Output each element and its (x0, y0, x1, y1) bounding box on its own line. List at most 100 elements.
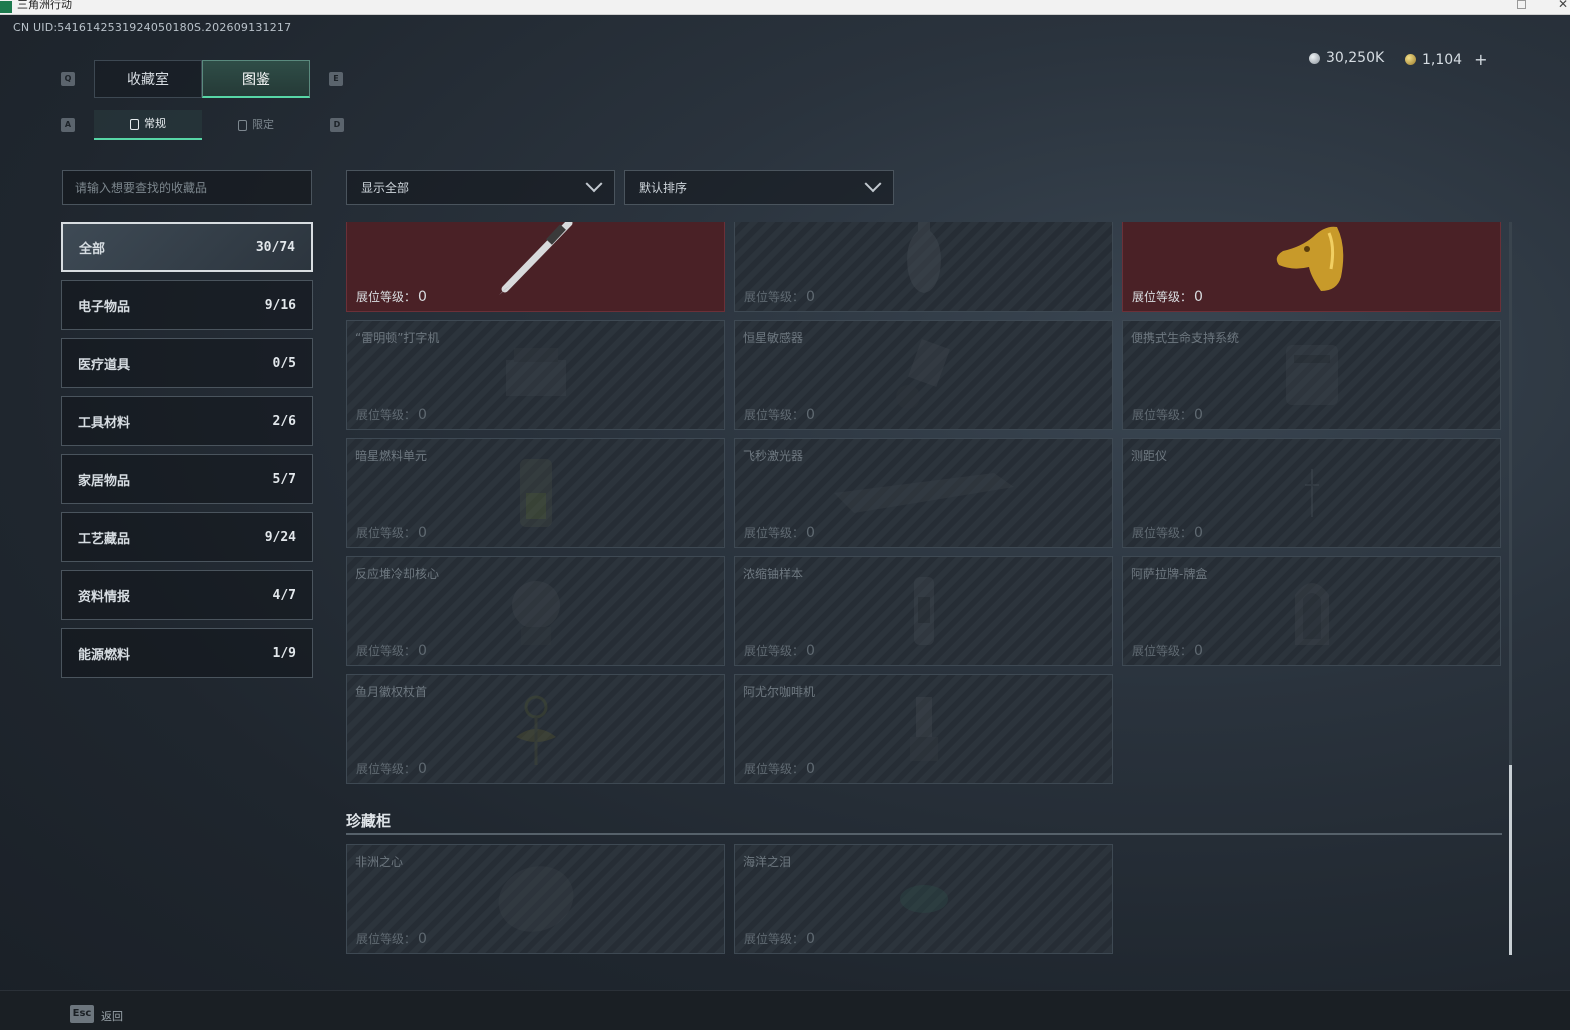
uranium-sample-icon (913, 577, 934, 645)
sort-dropdown[interactable]: 默认排序 (624, 170, 894, 205)
item-name: 便携式生命支持系统 (1131, 331, 1240, 345)
sub-tabs: 常规 限定 (94, 110, 310, 140)
gold-coin-icon (1405, 54, 1416, 65)
close-icon[interactable]: ✕ (1558, 0, 1568, 11)
collection-card[interactable]: 鱼月徽权杖首 展位等级： 0 (346, 674, 725, 784)
category-all[interactable]: 全部 30/74 (61, 222, 313, 272)
collection-card[interactable]: 便携式生命支持系统 展位等级： 0 (1122, 320, 1501, 430)
cabinet-card[interactable]: 非洲之心 展位等级： 0 (346, 844, 725, 954)
category-tools[interactable]: 工具材料 2/6 (61, 396, 313, 446)
category-list: 全部 30/74 电子物品 9/16 医疗道具 0/5 工具材料 2/6 家居物… (61, 222, 313, 686)
item-name: 海洋之泪 (743, 855, 792, 869)
display-level: 展位等级： 0 (744, 525, 815, 541)
category-household[interactable]: 家居物品 5/7 (61, 454, 313, 504)
hotkey-q: Q (61, 72, 75, 86)
gold-amount: 1,104 (1422, 51, 1463, 68)
collection-card[interactable]: 阿尤尔咖啡机 展位等级： 0 (734, 674, 1113, 784)
display-level: 展位等级： 0 (356, 931, 427, 947)
category-count: 30/74 (255, 239, 295, 255)
chevron-down-icon (864, 174, 882, 192)
life-support-icon (1285, 345, 1338, 405)
hotkey-a: A (61, 118, 75, 132)
display-level: 展位等级： 0 (744, 643, 815, 659)
diamond-icon (498, 866, 573, 932)
player-uid: CN UID:5416142531924050180S.202609131217 (13, 21, 292, 34)
regular-icon (130, 118, 139, 130)
esc-key-hint: Esc (70, 1005, 94, 1023)
window-title: 三角洲行动 (17, 0, 72, 11)
tab-regular[interactable]: 常规 (94, 110, 202, 140)
tab-regular-label: 常规 (144, 117, 166, 130)
item-name: 浓缩铀样本 (743, 567, 804, 581)
fuel-cell-icon (519, 459, 552, 527)
category-count: 4/7 (272, 587, 296, 603)
display-level: 展位等级： 0 (356, 407, 427, 423)
tab-collection-room[interactable]: 收藏室 (94, 60, 202, 98)
pen-icon (498, 222, 572, 295)
back-button[interactable]: 返回 (101, 1008, 123, 1024)
collection-card[interactable]: 展位等级： 0 (1122, 222, 1501, 312)
collection-grid: 展位等级： 0 展位等级： 0 展位等级： 0 “雷明顿”打字机 展位等级： 0 恒星敏… (346, 222, 1506, 955)
item-name: 反应堆冷却核心 (355, 567, 440, 581)
collection-card[interactable]: 反应堆冷却核心 展位等级： 0 (346, 556, 725, 666)
collection-card[interactable]: 展位等级： 0 (734, 222, 1113, 312)
category-medical[interactable]: 医疗道具 0/5 (61, 338, 313, 388)
display-level: 展位等级： 0 (356, 643, 427, 659)
rangefinder-icon (1304, 469, 1319, 517)
item-name: 恒星敏感器 (743, 331, 804, 345)
display-level: 展位等级： 0 (744, 931, 815, 947)
collection-card[interactable]: 测距仪 展位等级： 0 (1122, 438, 1501, 548)
collection-card[interactable]: 恒星敏感器 展位等级： 0 (734, 320, 1113, 430)
category-electronics[interactable]: 电子物品 9/16 (61, 280, 313, 330)
collection-card[interactable]: “雷明顿”打字机 展位等级： 0 (346, 320, 725, 430)
hotkey-d: D (330, 118, 344, 132)
collection-card[interactable]: 飞秒激光器 展位等级： 0 (734, 438, 1113, 548)
cabinet-card[interactable]: 海洋之泪 展位等级： 0 (734, 844, 1113, 954)
display-level: 展位等级： 0 (1132, 407, 1203, 423)
section-divider (346, 833, 1502, 835)
item-name: 非洲之心 (355, 855, 404, 869)
category-crafts[interactable]: 工艺藏品 9/24 (61, 512, 313, 562)
maximize-icon[interactable] (1517, 0, 1526, 9)
filter-dropdown[interactable]: 显示全部 (346, 170, 615, 205)
category-label: 全部 (79, 241, 106, 257)
gold-currency: 1,104 + (1405, 50, 1488, 69)
footer-bar (0, 990, 1570, 1030)
card-box-icon (1294, 583, 1329, 645)
add-currency-button[interactable]: + (1474, 50, 1487, 69)
category-energy[interactable]: 能源燃料 1/9 (61, 628, 313, 678)
category-label: 工具材料 (78, 415, 131, 431)
item-name: 阿尤尔咖啡机 (743, 685, 816, 699)
laser-icon (833, 473, 1014, 513)
chevron-down-icon (585, 174, 603, 192)
collection-card[interactable]: 展位等级： 0 (346, 222, 725, 312)
search-input[interactable] (75, 180, 299, 195)
item-name: 阿萨拉牌-牌盒 (1131, 567, 1208, 581)
tab-limited[interactable]: 限定 (202, 110, 310, 140)
search-box (62, 170, 312, 205)
item-name: 暗星燃料单元 (355, 449, 428, 463)
display-level: 展位等级： 0 (1132, 289, 1203, 305)
typewriter-icon (505, 348, 566, 396)
collection-card[interactable]: 阿萨拉牌-牌盒 展位等级： 0 (1122, 556, 1501, 666)
category-count: 5/7 (272, 471, 296, 487)
display-level: 展位等级： 0 (356, 289, 427, 305)
category-intel[interactable]: 资料情报 4/7 (61, 570, 313, 620)
category-label: 工艺藏品 (78, 531, 131, 547)
collection-card[interactable]: 浓缩铀样本 展位等级： 0 (734, 556, 1113, 666)
item-name: 飞秒激光器 (743, 449, 804, 463)
category-label: 能源燃料 (78, 647, 131, 663)
collection-card[interactable]: 暗星燃料单元 展位等级： 0 (346, 438, 725, 548)
scrollbar-thumb[interactable] (1509, 765, 1512, 955)
vase-icon (906, 222, 941, 293)
tab-catalog[interactable]: 图鉴 (202, 60, 310, 98)
grid-scrollbar[interactable] (1509, 222, 1512, 955)
display-level: 展位等级： 0 (356, 761, 427, 777)
tab-limited-label: 限定 (252, 118, 274, 131)
silver-coin-icon (1309, 52, 1320, 64)
display-level: 展位等级： 0 (1132, 643, 1203, 659)
category-label: 家居物品 (78, 473, 131, 489)
item-name: “雷明顿”打字机 (355, 331, 440, 345)
display-level: 展位等级： 0 (744, 289, 815, 305)
section-title-cabinet: 珍藏柜 (346, 812, 392, 830)
